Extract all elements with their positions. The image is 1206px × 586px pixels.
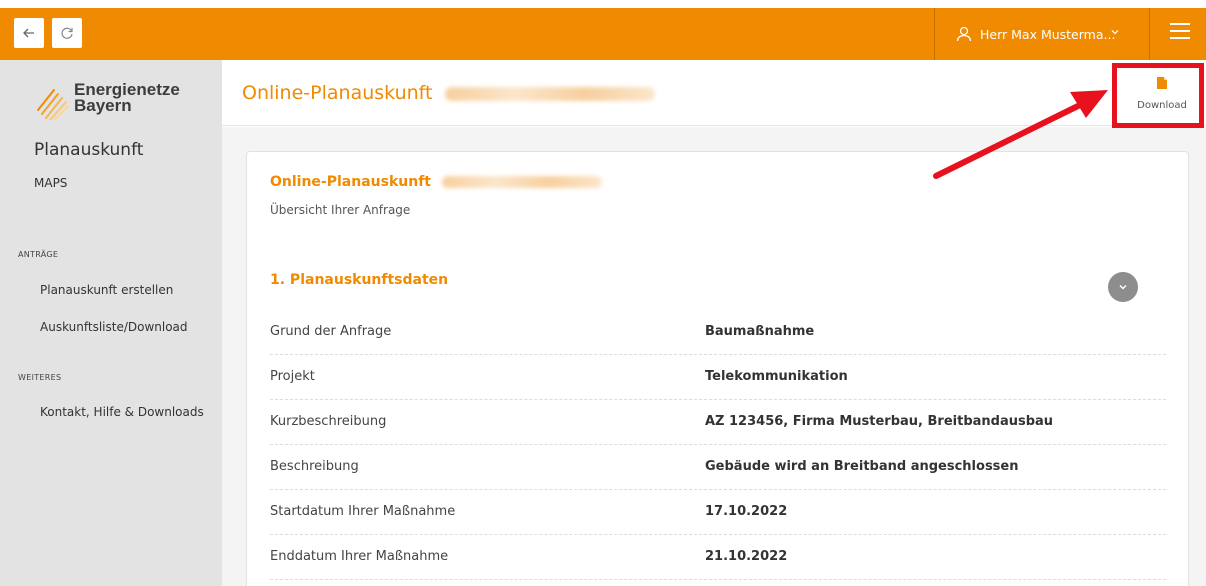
request-card: Online-Planauskunft Übersicht Ihrer Anfr… (246, 151, 1189, 586)
topbar-divider (934, 8, 935, 60)
hamburger-menu-icon[interactable] (1170, 23, 1190, 43)
sidebar-title: Planauskunft (34, 140, 144, 160)
data-row: Kurzbeschreibung AZ 123456, Firma Muster… (270, 400, 1166, 445)
chevron-down-icon (1119, 284, 1127, 290)
page-title: Online-Planauskunft (242, 82, 655, 104)
row-value: Baumaßnahme (705, 324, 815, 339)
sidebar-item-auskunftsliste[interactable]: Auskunftsliste/Download (40, 320, 188, 334)
row-key: Beschreibung (270, 459, 359, 474)
data-row: Grund der Anfrage Baumaßnahme (270, 310, 1166, 355)
row-key: Grund der Anfrage (270, 324, 392, 339)
user-name: Herr Max Musterma... (980, 26, 1116, 42)
annotation-highlight-box (1112, 63, 1204, 128)
data-row: Startdatum Ihrer Maßnahme 17.10.2022 (270, 490, 1166, 535)
sidebar: Energienetze Bayern Planauskunft MAPS AN… (0, 60, 222, 586)
redacted-id (444, 86, 655, 101)
page-header: Online-Planauskunft (222, 60, 1206, 126)
card-title-text: Online-Planauskunft (270, 174, 431, 190)
row-value: 17.10.2022 (705, 504, 788, 519)
page-title-text: Online-Planauskunft (242, 82, 433, 104)
section-title: 1. Planauskunftsdaten (270, 272, 449, 288)
collapse-button[interactable] (1108, 272, 1138, 302)
row-value: Telekommunikation (705, 369, 848, 384)
row-value: AZ 123456, Firma Musterbau, Breitbandaus… (705, 414, 1054, 429)
sidebar-item-maps[interactable]: MAPS (34, 176, 67, 190)
reload-button[interactable] (52, 18, 82, 48)
data-row: Enddatum Ihrer Maßnahme 21.10.2022 (270, 535, 1166, 580)
row-value: 21.10.2022 (705, 549, 788, 564)
logo-text: Energienetze Bayern (74, 81, 180, 115)
row-key: Startdatum Ihrer Maßnahme (270, 504, 456, 519)
card-title: Online-Planauskunft (270, 174, 602, 190)
sidebar-item-planauskunft-erstellen[interactable]: Planauskunft erstellen (40, 283, 173, 297)
sidebar-item-kontakt[interactable]: Kontakt, Hilfe & Downloads (40, 405, 204, 419)
topbar-divider (1149, 8, 1150, 60)
back-button[interactable] (14, 18, 44, 48)
row-key: Kurzbeschreibung (270, 414, 387, 429)
redacted-id (441, 176, 602, 188)
logo-stripes-icon (37, 89, 69, 120)
user-menu[interactable]: Herr Max Musterma... (946, 8, 1134, 60)
section-label-antraege: ANTRÄGE (18, 250, 59, 259)
arrow-left-icon (23, 28, 34, 38)
row-value: Gebäude wird an Breitband angeschlossen (705, 459, 1019, 474)
data-row: Projekt Telekommunikation (270, 355, 1166, 400)
card-subtitle: Übersicht Ihrer Anfrage (270, 203, 411, 217)
row-key: Projekt (270, 369, 315, 384)
chevron-down-icon (1111, 30, 1119, 35)
top-bar: Herr Max Musterma... (0, 8, 1206, 60)
row-key: Enddatum Ihrer Maßnahme (270, 549, 449, 564)
user-icon (956, 26, 972, 42)
data-row: Beschreibung Gebäude wird an Breitband a… (270, 445, 1166, 490)
section-label-weiteres: WEITERES (18, 373, 62, 382)
reload-icon (61, 27, 73, 39)
logo-line-2: Bayern (74, 96, 132, 115)
